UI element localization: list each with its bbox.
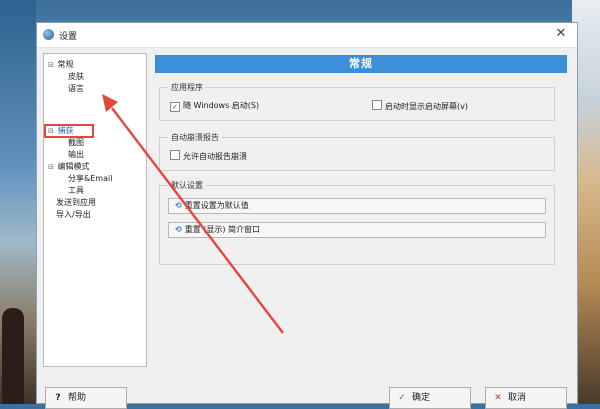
group-label: 应用程序 — [168, 82, 206, 93]
checkbox-box[interactable]: ✓ — [170, 102, 180, 112]
tree-item-send-to-app[interactable]: 发送到应用 — [56, 198, 96, 208]
tree-item-import-export[interactable]: 导入/导出 — [56, 210, 91, 220]
tree-item-label: 皮肤 — [68, 72, 84, 81]
reset-intro-window-button[interactable]: ⟲ 重置 (显示) 简介窗口 — [168, 222, 546, 238]
tree-item-edit-mode[interactable]: ⊟ 编辑模式 — [48, 162, 90, 172]
button-label: 确定 — [412, 393, 431, 403]
reset-icon: ⟲ — [175, 225, 182, 234]
app-globe-icon — [43, 29, 54, 40]
button-label: 帮助 — [68, 393, 87, 403]
checkbox-label: 允许自动报告崩溃 — [183, 152, 247, 161]
checkbox-box[interactable] — [372, 100, 382, 110]
help-icon: ? — [55, 393, 61, 403]
tree-item-label: 常规 — [57, 60, 74, 69]
check-icon: ✓ — [398, 393, 406, 403]
group-label: 自动崩溃报告 — [168, 132, 222, 143]
checkbox-label: 随 Windows 启动(S) — [183, 101, 260, 110]
settings-content: 常规 应用程序 ✓ 随 Windows 启动(S) 启动时显示启动屏幕(v) 自动… — [155, 55, 567, 369]
window-title: 设置 — [59, 32, 78, 42]
help-button[interactable]: ? 帮助 — [45, 387, 127, 409]
close-button[interactable]: ✕ — [553, 26, 569, 42]
reset-icon: ⟲ — [175, 201, 182, 210]
tree-item-label: 分享&Email — [68, 174, 113, 183]
button-label: 重置设置为默认值 — [184, 201, 249, 210]
collapse-icon[interactable]: ⊟ — [48, 162, 55, 172]
button-label: 重置 (显示) 简介窗口 — [184, 225, 261, 234]
ok-button[interactable]: ✓ 确定 — [389, 387, 471, 409]
tree-item-label: 发送到应用 — [56, 198, 96, 207]
tree-item-share-email[interactable]: 分享&Email — [68, 174, 112, 184]
wallpaper-figure — [2, 308, 24, 404]
checkbox-label: 启动时显示启动屏幕(v) — [385, 102, 468, 111]
tree-item-language[interactable]: 语言 — [68, 84, 84, 94]
tree-item-label: 语言 — [68, 84, 84, 93]
group-crash-report: 自动崩溃报告 允许自动报告崩溃 — [159, 132, 555, 171]
auto-crash-report-checkbox[interactable]: 允许自动报告崩溃 — [170, 150, 247, 162]
selection-highlight-box — [44, 124, 94, 138]
group-defaults: 默认设置 ⟲ 重置设置为默认值 ⟲ 重置 (显示) 简介窗口 — [159, 180, 555, 265]
tree-item-label: 导入/导出 — [56, 210, 91, 219]
tree-item-label: 截图 — [68, 138, 84, 147]
section-header: 常规 — [155, 55, 567, 73]
group-application: 应用程序 ✓ 随 Windows 启动(S) 启动时显示启动屏幕(v) — [159, 82, 555, 121]
tree-item-label: 输出 — [68, 150, 84, 159]
button-label: 取消 — [508, 393, 527, 403]
tree-item-skin[interactable]: 皮肤 — [68, 72, 84, 82]
cancel-icon: ✕ — [494, 393, 502, 403]
title-bar: 设置 ✕ — [37, 23, 577, 48]
tree-item-output[interactable]: 输出 — [68, 150, 84, 160]
group-label: 默认设置 — [168, 180, 206, 191]
tree-item-screenshot[interactable]: 截图 — [68, 138, 84, 148]
tree-item-tools[interactable]: 工具 — [68, 186, 84, 196]
start-with-windows-checkbox[interactable]: ✓ 随 Windows 启动(S) — [170, 100, 259, 112]
tree-item-label: 工具 — [68, 186, 84, 195]
tree-item-general[interactable]: ⊟ 常规 — [48, 60, 74, 70]
cancel-button[interactable]: ✕ 取消 — [485, 387, 567, 409]
collapse-icon[interactable]: ⊟ — [48, 60, 55, 70]
show-splash-checkbox[interactable]: 启动时显示启动屏幕(v) — [372, 100, 468, 112]
settings-tree: ⊟ 常规 皮肤 语言 ⊟ 捕获 截图 输出 ⊟ 编辑模式 分享&Email 工具 — [43, 53, 147, 367]
settings-window: 设置 ✕ ⊟ 常规 皮肤 语言 ⊟ 捕获 截图 输出 ⊟ 编辑模式 分享&Ema… — [36, 22, 578, 409]
checkbox-box[interactable] — [170, 150, 180, 160]
tree-item-label: 编辑模式 — [57, 162, 90, 171]
reset-defaults-button[interactable]: ⟲ 重置设置为默认值 — [168, 198, 546, 214]
